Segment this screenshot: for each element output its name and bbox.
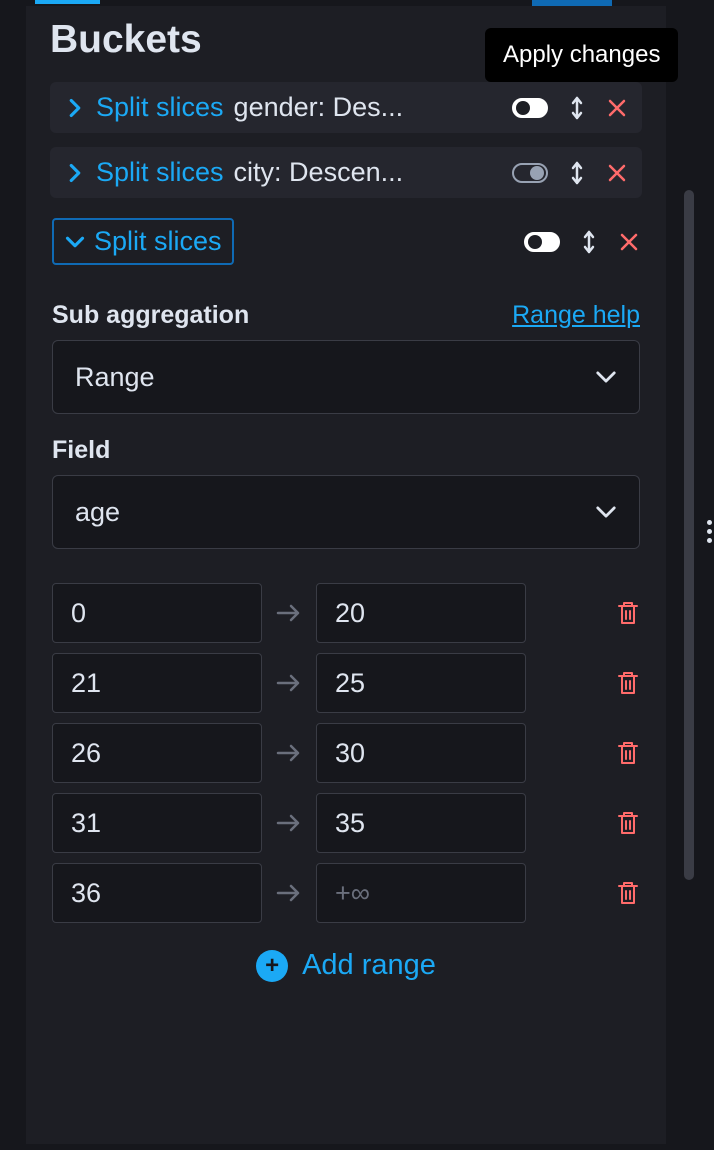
plus-circle-icon: + <box>256 950 288 982</box>
buckets-panel: Buckets Split slices gender: Des... Spli… <box>26 6 666 1144</box>
close-icon[interactable] <box>606 162 628 184</box>
bucket-toggle[interactable] <box>524 232 560 252</box>
arrow-right-icon <box>276 813 302 833</box>
arrow-right-icon <box>276 673 302 693</box>
field-label: Field <box>52 436 110 465</box>
trash-icon[interactable] <box>616 670 640 696</box>
range-from-input[interactable]: 21 <box>52 653 262 713</box>
sub-aggregation-value: Range <box>75 362 155 393</box>
add-range-label: Add range <box>302 949 436 982</box>
add-range-button[interactable]: + Add range <box>52 949 640 982</box>
bucket-toggle[interactable] <box>512 98 548 118</box>
range-row: 26 30 <box>52 723 640 783</box>
trash-icon[interactable] <box>616 810 640 836</box>
drag-handle-icon[interactable] <box>570 96 584 120</box>
bucket-toggle[interactable] <box>512 163 548 183</box>
chevron-down-icon <box>64 231 86 253</box>
bucket-gender[interactable]: Split slices gender: Des... <box>50 82 642 133</box>
range-to-input[interactable]: +∞ <box>316 863 526 923</box>
bucket-city[interactable]: Split slices city: Descen... <box>50 147 642 198</box>
arrow-right-icon <box>276 883 302 903</box>
kebab-menu-icon[interactable] <box>707 520 712 543</box>
drag-handle-icon[interactable] <box>570 161 584 185</box>
bucket-expanded-body: Sub aggregation Range help Range Field a… <box>50 301 642 982</box>
bucket-label: Split slices <box>94 226 222 257</box>
arrow-right-icon <box>276 603 302 623</box>
range-from-input[interactable]: 26 <box>52 723 262 783</box>
close-icon[interactable] <box>618 231 640 253</box>
range-from-input[interactable]: 36 <box>52 863 262 923</box>
chevron-down-icon <box>598 508 615 516</box>
range-help-link[interactable]: Range help <box>512 301 640 330</box>
range-from-input[interactable]: 0 <box>52 583 262 643</box>
range-row: 31 35 <box>52 793 640 853</box>
trash-icon[interactable] <box>616 600 640 626</box>
sub-aggregation-select[interactable]: Range <box>52 340 640 414</box>
ranges-list: 0 20 21 25 26 30 31 <box>52 583 640 923</box>
sub-aggregation-label: Sub aggregation <box>52 301 249 330</box>
range-to-input[interactable]: 30 <box>316 723 526 783</box>
trash-icon[interactable] <box>616 880 640 906</box>
bucket-label: Split slices <box>96 92 224 123</box>
trash-icon[interactable] <box>616 740 640 766</box>
apply-changes-tooltip: Apply changes <box>485 28 678 82</box>
range-from-input[interactable]: 31 <box>52 793 262 853</box>
arrow-right-icon <box>276 743 302 763</box>
chevron-right-icon <box>64 97 86 119</box>
range-row: 36 +∞ <box>52 863 640 923</box>
chevron-down-icon <box>598 373 615 381</box>
field-select[interactable]: age <box>52 475 640 549</box>
field-value: age <box>75 497 120 528</box>
bucket-suffix: gender: Des... <box>234 92 502 123</box>
range-to-input[interactable]: 35 <box>316 793 526 853</box>
bucket-open-header[interactable]: Split slices <box>52 218 234 265</box>
chevron-right-icon <box>64 162 86 184</box>
scrollbar[interactable] <box>684 190 694 880</box>
active-tab-indicator <box>35 0 100 4</box>
range-to-input[interactable]: 25 <box>316 653 526 713</box>
drag-handle-icon[interactable] <box>582 230 596 254</box>
range-row: 0 20 <box>52 583 640 643</box>
close-icon[interactable] <box>606 97 628 119</box>
bucket-open: Split slices <box>50 212 642 271</box>
bucket-suffix: city: Descen... <box>234 157 502 188</box>
range-row: 21 25 <box>52 653 640 713</box>
bucket-label: Split slices <box>96 157 224 188</box>
range-to-input[interactable]: 20 <box>316 583 526 643</box>
